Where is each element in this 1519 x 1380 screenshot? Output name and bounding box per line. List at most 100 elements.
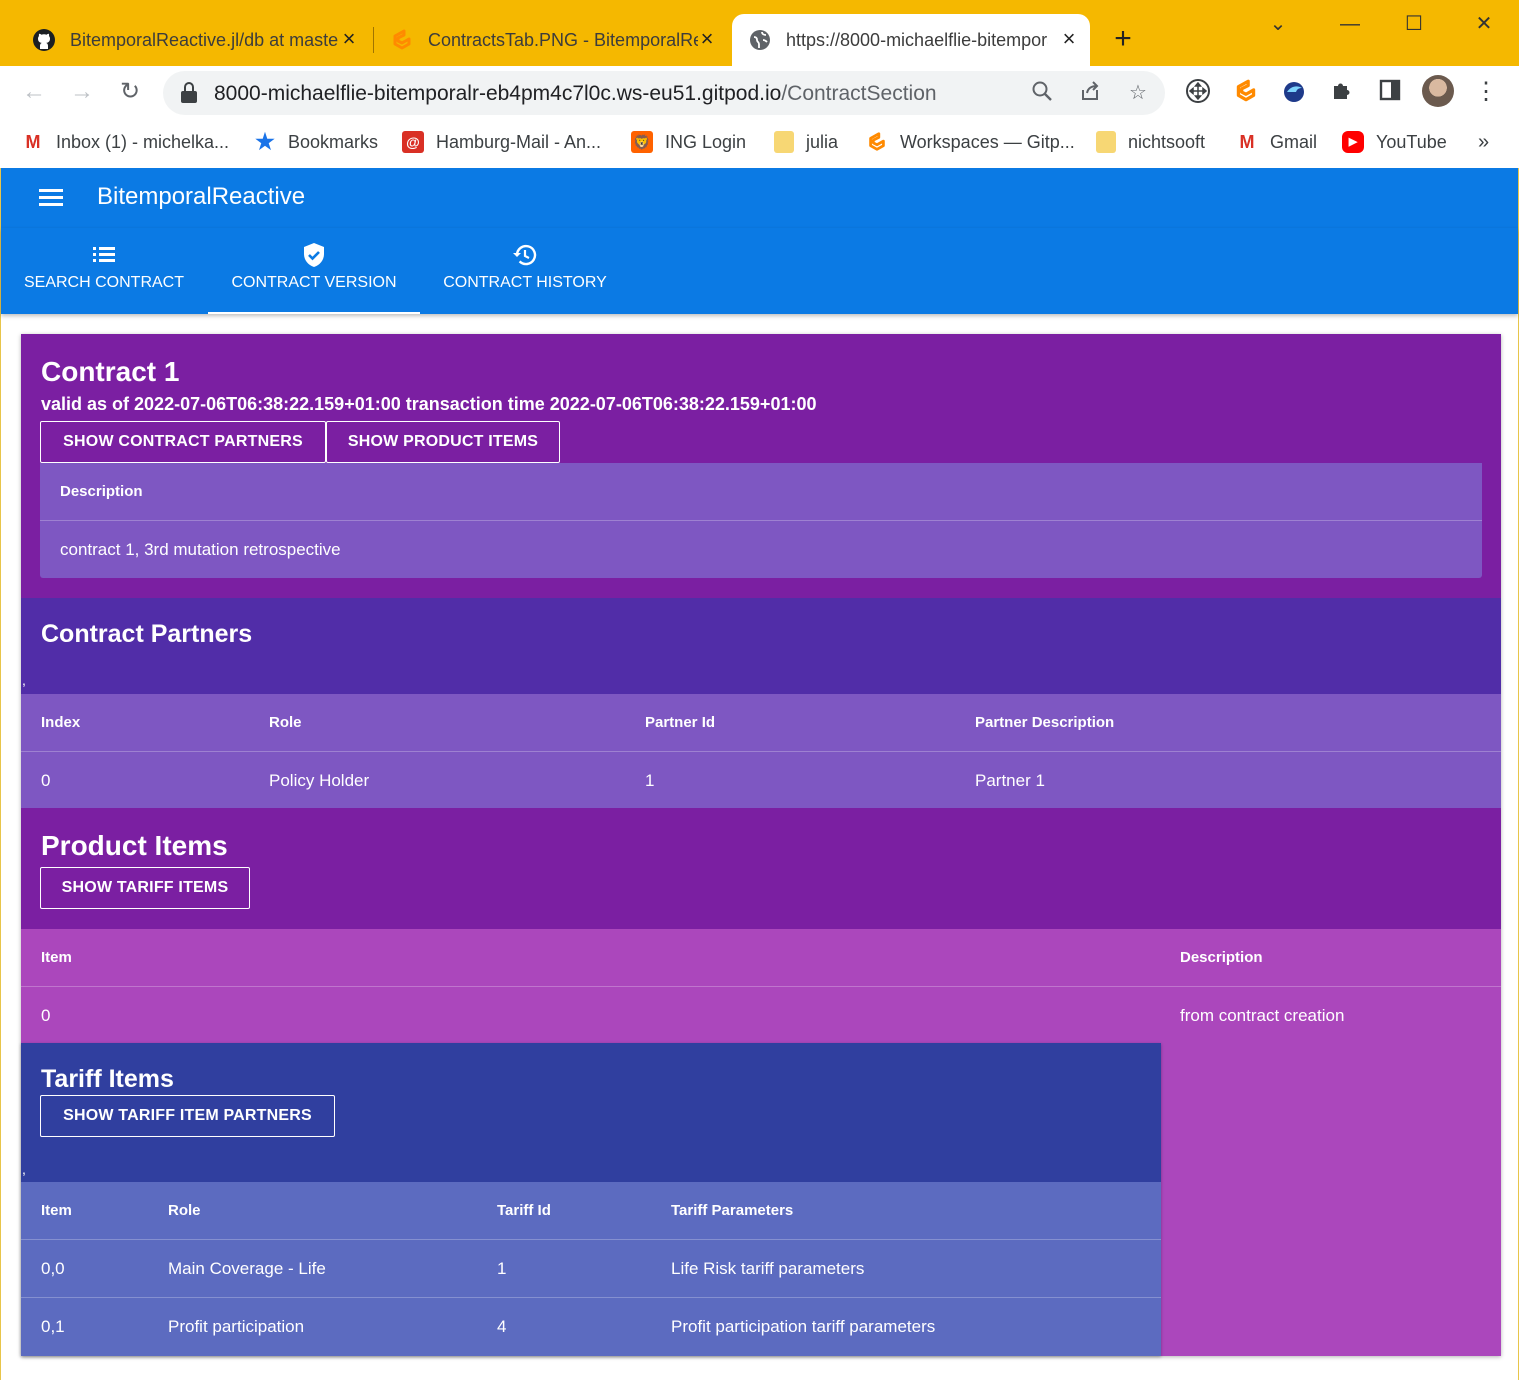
browser-tab-title: https://8000-michaelflie-bitemporalr bbox=[786, 29, 1048, 50]
new-tab-button[interactable]: + bbox=[1108, 24, 1138, 54]
gitpod-extension-icon[interactable] bbox=[1232, 78, 1260, 106]
bookmark-folder-julia[interactable]: julia bbox=[774, 128, 838, 156]
maximize-icon[interactable]: ☐ bbox=[1398, 8, 1430, 40]
separator-tick: , bbox=[22, 672, 26, 688]
back-arrow-icon[interactable]: ← bbox=[18, 76, 50, 108]
table-header-row: Description bbox=[40, 463, 1482, 521]
history-icon bbox=[512, 242, 538, 268]
gmail-icon: M bbox=[25, 132, 41, 152]
bookmark-label: nichtsooft bbox=[1128, 131, 1206, 152]
partners-title: Contract Partners bbox=[41, 620, 253, 648]
browser-tab-active[interactable]: https://8000-michaelflie-bitemporalr × bbox=[732, 14, 1090, 66]
close-tab-icon[interactable]: × bbox=[696, 28, 718, 50]
column-header: Partner Id bbox=[645, 714, 716, 731]
hamburger-menu-icon[interactable] bbox=[39, 189, 63, 207]
browser-tabstrip: BitemporalReactive.jl/db at master × Con… bbox=[0, 0, 1519, 66]
bookmark-youtube[interactable]: ▶ YouTube bbox=[1342, 128, 1447, 156]
browser-tab-title: ContractsTab.PNG - BitemporalReactive bbox=[428, 29, 698, 50]
zoom-icon[interactable] bbox=[1029, 80, 1055, 106]
lock-icon[interactable] bbox=[181, 82, 197, 104]
bird-extension-icon[interactable] bbox=[1280, 78, 1308, 106]
bookmark-inbox[interactable]: M Inbox (1) - michelka... bbox=[22, 128, 230, 156]
tab-search-icon[interactable]: ⌄ bbox=[1262, 8, 1294, 40]
folder-icon bbox=[1096, 131, 1116, 153]
minimize-icon[interactable]: — bbox=[1334, 8, 1366, 40]
show-product-items-button[interactable]: SHOW PRODUCT ITEMS bbox=[326, 421, 560, 463]
browser-tab-title: BitemporalReactive.jl/db at master bbox=[70, 29, 338, 50]
table-header-row: Index Role Partner Id Partner Descriptio… bbox=[21, 694, 1501, 752]
table-cell: Partner 1 bbox=[975, 771, 1045, 790]
browser-tab-contractstab[interactable]: ContractsTab.PNG - BitemporalReactive × bbox=[378, 14, 728, 66]
reload-icon[interactable]: ↻ bbox=[114, 76, 146, 108]
column-header: Partner Description bbox=[975, 714, 1115, 731]
address-bar[interactable]: 8000-michaelflie-bitemporalr-eb4pm4c7l0c… bbox=[163, 71, 1165, 115]
show-tariff-item-partners-button[interactable]: SHOW TARIFF ITEM PARTNERS bbox=[40, 1095, 335, 1137]
bookmark-star-icon[interactable]: ☆ bbox=[1125, 80, 1151, 106]
share-icon[interactable] bbox=[1077, 80, 1103, 106]
bookmark-bookmarks[interactable]: ★ Bookmarks bbox=[254, 128, 378, 156]
gitpod-icon bbox=[393, 29, 411, 50]
contract-partners-section: Contract Partners , Index Role Partner I… bbox=[21, 598, 1501, 810]
bookmark-label: Hamburg-Mail - An... bbox=[436, 131, 602, 152]
show-contract-partners-button[interactable]: SHOW CONTRACT PARTNERS bbox=[40, 421, 326, 463]
table-cell: 1 bbox=[645, 771, 655, 790]
app-header: BitemporalReactive bbox=[1, 168, 1518, 228]
tab-contract-history[interactable]: CONTRACT HISTORY bbox=[421, 228, 629, 314]
gmail-icon: M bbox=[1239, 132, 1255, 152]
table-row: 0 Policy Holder 1 Partner 1 bbox=[21, 752, 1501, 810]
table-cell: 1 bbox=[497, 1259, 507, 1278]
browser-toolbar: ← → ↻ 8000-michaelflie-bitemporalr-eb4pm… bbox=[0, 66, 1519, 120]
table-cell: from contract creation bbox=[1180, 1006, 1345, 1025]
side-panel-icon[interactable] bbox=[1376, 78, 1404, 106]
tab-contract-version[interactable]: CONTRACT VERSION bbox=[208, 228, 420, 314]
list-icon bbox=[91, 242, 117, 268]
contract-validity: valid as of 2022-07-06T06:38:22.159+01:0… bbox=[41, 394, 817, 414]
app-title: BitemporalReactive bbox=[97, 183, 306, 210]
globe-icon bbox=[750, 30, 770, 50]
close-tab-icon[interactable]: × bbox=[338, 28, 360, 50]
browser-tab-github[interactable]: BitemporalReactive.jl/db at master × bbox=[20, 14, 370, 66]
url-text[interactable]: 8000-michaelflie-bitemporalr-eb4pm4c7l0c… bbox=[214, 82, 937, 106]
description-table: Description contract 1, 3rd mutation ret… bbox=[40, 463, 1482, 578]
profile-avatar[interactable] bbox=[1422, 75, 1454, 107]
bookmark-hamburg-mail[interactable]: @ Hamburg-Mail - An... bbox=[402, 128, 601, 156]
separator-tick: , bbox=[22, 1161, 26, 1177]
move-extension-icon[interactable] bbox=[1184, 78, 1212, 106]
tab-label: CONTRACT HISTORY bbox=[443, 274, 607, 291]
folder-icon bbox=[774, 131, 794, 153]
bookmark-ing[interactable]: 🦁 ING Login bbox=[631, 128, 746, 156]
app-tabs: SEARCH CONTRACT CONTRACT VERSION CONTRAC… bbox=[1, 228, 1518, 314]
gitpod-icon bbox=[869, 132, 885, 151]
puzzle-extensions-icon[interactable] bbox=[1328, 78, 1356, 106]
column-header: Item bbox=[41, 1202, 72, 1219]
bookmark-workspaces[interactable]: Workspaces — Gitp... bbox=[866, 128, 1075, 156]
column-header: Tariff Parameters bbox=[671, 1202, 794, 1219]
close-tab-icon[interactable]: × bbox=[1058, 28, 1080, 50]
forward-arrow-icon[interactable]: → bbox=[66, 76, 98, 108]
bookmark-label: YouTube bbox=[1376, 131, 1447, 152]
bookmark-label: ING Login bbox=[665, 131, 747, 152]
contract-card: Contract 1 valid as of 2022-07-06T06:38:… bbox=[21, 334, 1501, 1356]
bookmark-gmail[interactable]: M Gmail bbox=[1236, 128, 1318, 156]
table-row: 0,0 Main Coverage - Life 1 Life Risk tar… bbox=[21, 1240, 1161, 1298]
bookmark-label: julia bbox=[806, 131, 839, 152]
tariff-items-title: Tariff Items bbox=[41, 1065, 174, 1093]
close-window-icon[interactable]: ✕ bbox=[1468, 8, 1500, 40]
table-header-row: Item Description bbox=[21, 929, 1501, 987]
column-header: Index bbox=[41, 714, 81, 731]
bookmark-label: Workspaces — Gitp... bbox=[900, 131, 1075, 152]
show-tariff-items-button[interactable]: SHOW TARIFF ITEMS bbox=[40, 867, 250, 909]
table-cell: Profit participation bbox=[168, 1317, 305, 1336]
table-cell: 4 bbox=[497, 1317, 507, 1336]
product-items-title: Product Items bbox=[41, 830, 228, 861]
column-header: Description bbox=[1180, 949, 1263, 966]
url-path: /ContractSection bbox=[781, 82, 937, 105]
menu-kebab-icon[interactable]: ⋮ bbox=[1472, 78, 1500, 106]
tab-separator bbox=[373, 27, 374, 53]
table-row: 0 from contract creation bbox=[21, 987, 1501, 1045]
bookmark-folder-nichtsooft[interactable]: nichtsooft bbox=[1096, 128, 1205, 156]
tab-search-contract[interactable]: SEARCH CONTRACT bbox=[1, 228, 207, 314]
table-cell: Life Risk tariff parameters bbox=[671, 1259, 865, 1278]
more-bookmarks-button[interactable]: » bbox=[1478, 128, 1489, 156]
table-cell: 0 bbox=[41, 1006, 51, 1025]
